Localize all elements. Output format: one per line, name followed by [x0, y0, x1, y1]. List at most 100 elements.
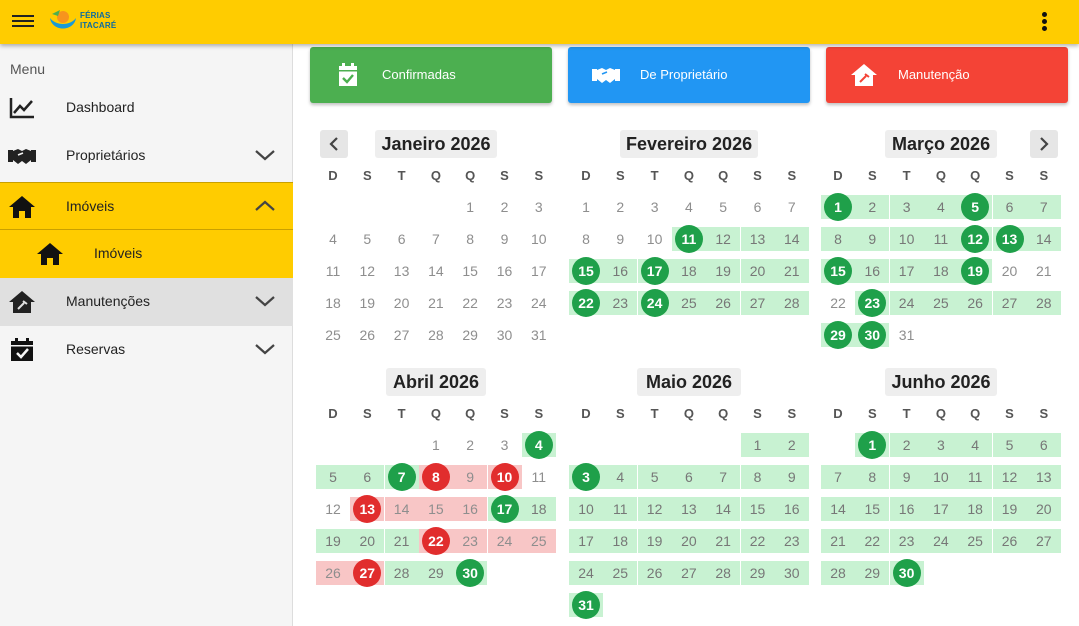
day-number[interactable]: 21: [385, 529, 419, 553]
calendar-day[interactable]: 9: [453, 465, 488, 489]
calendar-day[interactable]: 23: [603, 291, 638, 315]
calendar-day[interactable]: 11: [316, 259, 350, 283]
calendar-day[interactable]: 20: [1026, 497, 1061, 521]
day-number[interactable]: 12: [316, 497, 350, 521]
day-number[interactable]: 21: [775, 259, 809, 283]
calendar-day[interactable]: 16: [855, 259, 890, 283]
day-number[interactable]: 5: [706, 195, 740, 219]
calendar-day[interactable]: 21: [774, 259, 809, 283]
calendar-day[interactable]: 9: [603, 227, 637, 251]
calendar-day[interactable]: 13: [992, 225, 1027, 253]
day-number[interactable]: 7: [706, 465, 740, 489]
calendar-day[interactable]: 28: [774, 291, 809, 315]
calendar-day[interactable]: 15: [740, 497, 775, 521]
day-number[interactable]: 24: [924, 529, 958, 553]
day-number[interactable]: 10: [522, 227, 556, 251]
day-number[interactable]: 9: [488, 227, 522, 251]
calendar-day[interactable]: 29: [740, 561, 775, 585]
day-number[interactable]: 10: [890, 227, 924, 251]
day-number[interactable]: 4: [316, 227, 350, 251]
day-number[interactable]: 23: [603, 291, 637, 315]
calendar-day[interactable]: 1: [821, 193, 855, 221]
calendar-day[interactable]: 10: [889, 227, 924, 251]
calendar-day[interactable]: 25: [316, 323, 350, 347]
day-number[interactable]: 18: [316, 291, 350, 315]
day-number[interactable]: 8: [453, 227, 487, 251]
day-number[interactable]: 24: [569, 561, 603, 585]
day-number[interactable]: 16: [775, 497, 809, 521]
day-number[interactable]: 28: [706, 561, 740, 585]
day-number[interactable]: 31: [522, 323, 556, 347]
day-number[interactable]: 26: [638, 561, 672, 585]
day-number[interactable]: 6: [385, 227, 419, 251]
day-number[interactable]: 21: [706, 529, 740, 553]
day-number[interactable]: 12: [638, 497, 672, 521]
calendar-day[interactable]: 4: [603, 465, 638, 489]
day-number[interactable]: 3: [924, 433, 958, 457]
day-number[interactable]: 25: [522, 529, 556, 553]
calendar-day[interactable]: 2: [453, 433, 487, 457]
day-number[interactable]: 15: [419, 497, 453, 521]
chevron-down-icon[interactable]: [254, 294, 276, 308]
day-number[interactable]: 10: [569, 497, 603, 521]
calendar-day[interactable]: 19: [637, 529, 672, 553]
calendar-day[interactable]: 14: [419, 259, 453, 283]
calendar-day[interactable]: 31: [890, 323, 924, 347]
day-number[interactable]: 2: [855, 195, 889, 219]
day-number[interactable]: 22: [741, 529, 775, 553]
day-number[interactable]: 17: [522, 259, 556, 283]
day-number[interactable]: 12: [350, 259, 384, 283]
calendar-day[interactable]: 23: [855, 289, 890, 317]
calendar-day[interactable]: 14: [1026, 227, 1061, 251]
day-number[interactable]: 11: [958, 465, 992, 489]
calendar-day[interactable]: 3: [488, 433, 522, 457]
calendar-day[interactable]: 5: [637, 465, 672, 489]
day-number[interactable]: 23: [890, 529, 924, 553]
confirmed-reservation-marker[interactable]: 12: [961, 225, 990, 253]
confirmed-reservation-marker[interactable]: 22: [572, 289, 600, 317]
day-number[interactable]: 26: [706, 291, 740, 315]
calendar-day[interactable]: 22: [418, 527, 453, 555]
day-number[interactable]: 2: [890, 433, 924, 457]
calendar-day[interactable]: 15: [569, 257, 603, 285]
day-number[interactable]: 2: [775, 433, 809, 457]
calendar-day[interactable]: 8: [453, 227, 487, 251]
day-number[interactable]: 13: [741, 227, 775, 251]
calendar-day[interactable]: 14: [821, 497, 855, 521]
calendar-day[interactable]: 7: [1026, 195, 1061, 219]
calendar-day[interactable]: 25: [958, 529, 993, 553]
calendar-day[interactable]: 2: [855, 195, 890, 219]
calendar-day[interactable]: 13: [350, 495, 385, 523]
calendar-day[interactable]: 6: [671, 465, 706, 489]
calendar-day[interactable]: 17: [487, 495, 522, 523]
calendar-day[interactable]: 28: [384, 561, 419, 585]
calendar-day[interactable]: 19: [958, 257, 993, 285]
calendar-day[interactable]: 28: [821, 561, 855, 585]
day-number[interactable]: 2: [488, 195, 522, 219]
calendar-day[interactable]: 12: [316, 497, 350, 521]
day-number[interactable]: 8: [821, 227, 855, 251]
day-number[interactable]: 5: [350, 227, 384, 251]
confirmed-reservation-marker[interactable]: 24: [640, 289, 669, 317]
day-number[interactable]: 17: [924, 497, 958, 521]
day-number[interactable]: 14: [1027, 227, 1061, 251]
day-number[interactable]: 8: [855, 465, 889, 489]
calendar-day[interactable]: 1: [569, 195, 603, 219]
calendar-day[interactable]: 25: [923, 291, 958, 315]
calendar-day[interactable]: 7: [384, 463, 419, 491]
day-number[interactable]: 8: [569, 227, 603, 251]
calendar-day[interactable]: 24: [569, 561, 603, 585]
day-number[interactable]: 24: [488, 529, 522, 553]
sidebar-item-dashboard[interactable]: Dashboard: [0, 84, 293, 132]
calendar-day[interactable]: 30: [855, 321, 890, 349]
calendar-day[interactable]: 24: [487, 529, 522, 553]
day-number[interactable]: 10: [924, 465, 958, 489]
day-number[interactable]: 18: [924, 259, 958, 283]
day-number[interactable]: 20: [385, 291, 419, 315]
calendar-day[interactable]: 7: [821, 465, 855, 489]
calendar-day[interactable]: 27: [740, 291, 775, 315]
calendar-day[interactable]: 18: [958, 497, 993, 521]
day-number[interactable]: 19: [706, 259, 740, 283]
calendar-day[interactable]: 26: [958, 291, 993, 315]
day-number[interactable]: 2: [603, 195, 637, 219]
